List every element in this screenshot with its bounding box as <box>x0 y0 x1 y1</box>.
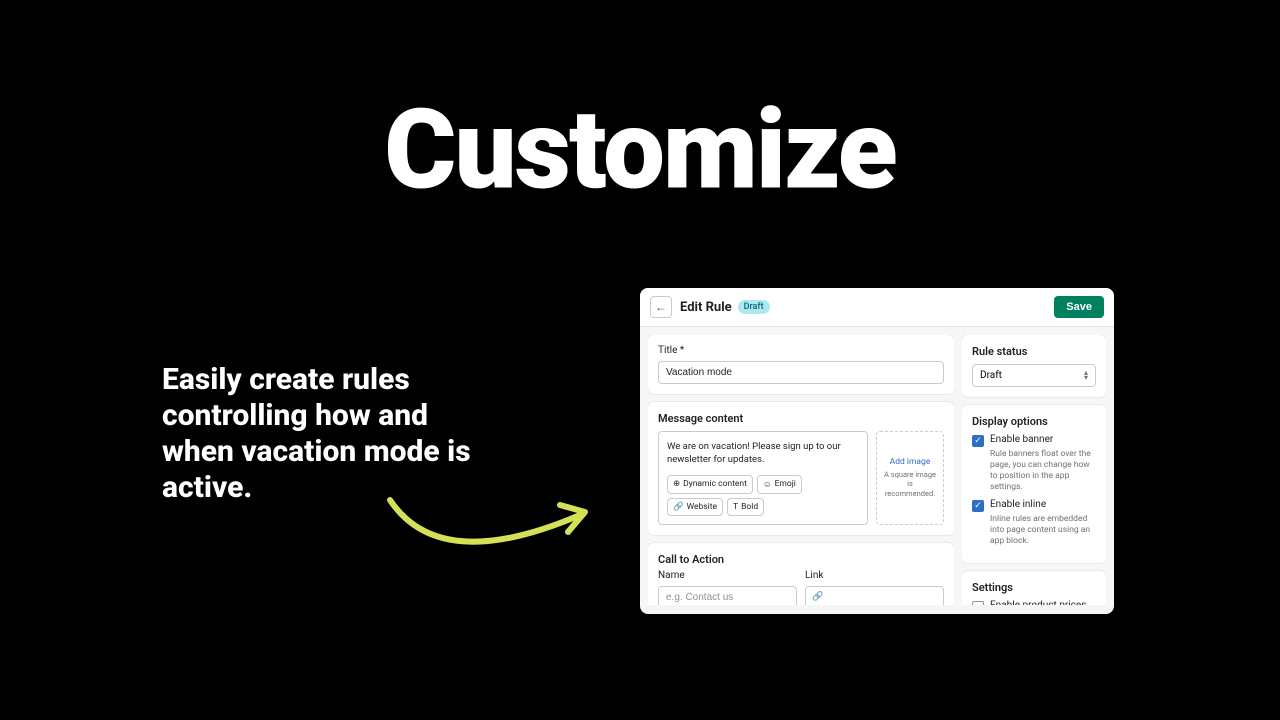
display-heading: Display options <box>972 415 1096 428</box>
banner-help: Rule banners float over the page, you ca… <box>990 449 1096 493</box>
inline-help: Inline rules are embedded into page cont… <box>990 514 1096 547</box>
hero-title: Customize <box>384 86 895 215</box>
text-icon: T <box>733 502 738 512</box>
enable-prices-label: Enable product prices <box>990 600 1086 605</box>
message-editor[interactable]: We are on vacation! Please sign up to ou… <box>658 431 868 525</box>
tagline: Easily create rules controlling how and … <box>162 362 502 506</box>
message-text: We are on vacation! Please sign up to ou… <box>667 440 859 467</box>
cta-link-label: Link <box>805 570 944 581</box>
bold-button[interactable]: TBold <box>727 498 764 516</box>
link-icon: ⊕ <box>673 479 680 489</box>
image-note: A square image is recommended. <box>883 470 937 499</box>
status-select[interactable]: Draft ▴▾ <box>972 364 1096 387</box>
cta-name-label: Name <box>658 570 797 581</box>
edit-rule-panel: ← Edit Rule Draft Save Title * Message c… <box>640 288 1114 614</box>
add-image-link[interactable]: Add image <box>890 457 931 467</box>
cta-name-input[interactable] <box>658 586 797 605</box>
cta-card: Call to Action Name Link 🔗 <box>648 543 954 605</box>
cta-link-input[interactable] <box>805 586 944 605</box>
emoji-icon: ☺ <box>763 479 772 490</box>
page-title: Edit Rule <box>680 300 732 315</box>
add-image-box[interactable]: Add image A square image is recommended. <box>876 431 944 525</box>
title-card: Title * <box>648 335 954 394</box>
display-options-card: Display options ✓ Enable banner Rule ban… <box>962 405 1106 563</box>
link-icon: 🔗 <box>812 592 823 602</box>
panel-header: ← Edit Rule Draft Save <box>640 288 1114 327</box>
enable-inline-label: Enable inline <box>990 499 1046 510</box>
website-button[interactable]: 🔗Website <box>667 498 723 516</box>
title-input[interactable] <box>658 361 944 384</box>
enable-banner-label: Enable banner <box>990 434 1053 445</box>
title-label: Title * <box>658 345 944 356</box>
rule-status-card: Rule status Draft ▴▾ <box>962 335 1106 397</box>
message-heading: Message content <box>658 412 944 425</box>
globe-icon: 🔗 <box>673 502 684 512</box>
cta-heading: Call to Action <box>658 553 944 566</box>
emoji-button[interactable]: ☺Emoji <box>757 475 802 494</box>
message-content-card: Message content We are on vacation! Plea… <box>648 402 954 535</box>
chevron-updown-icon: ▴▾ <box>1084 371 1088 381</box>
draft-badge: Draft <box>738 300 770 314</box>
settings-card: Settings Enable product prices Displays … <box>962 571 1106 605</box>
settings-heading: Settings <box>972 581 1096 594</box>
enable-prices-checkbox[interactable] <box>972 601 984 605</box>
arrow-annotation <box>380 490 600 570</box>
enable-inline-checkbox[interactable]: ✓ <box>972 500 984 512</box>
dynamic-content-button[interactable]: ⊕Dynamic content <box>667 475 753 494</box>
status-heading: Rule status <box>972 345 1096 358</box>
back-button[interactable]: ← <box>650 296 672 318</box>
enable-banner-checkbox[interactable]: ✓ <box>972 435 984 447</box>
arrow-left-icon: ← <box>655 300 667 314</box>
save-button[interactable]: Save <box>1054 296 1104 318</box>
